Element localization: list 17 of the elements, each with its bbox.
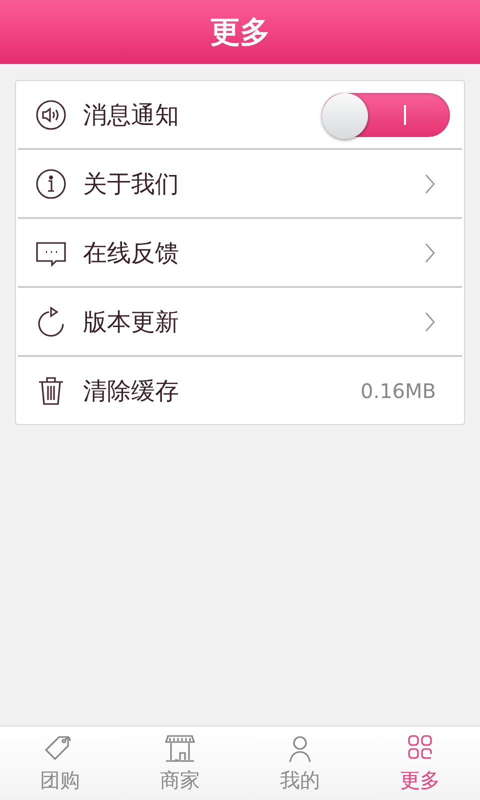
settings-label: 消息通知 <box>83 100 180 130</box>
settings-label: 在线反馈 <box>83 238 180 268</box>
settings-item[interactable]: 版本更新 <box>18 288 462 357</box>
page-title: 更多 <box>210 14 270 52</box>
info-icon <box>35 168 67 200</box>
settings-label: 关于我们 <box>83 168 180 200</box>
settings-label: 清除缓存 <box>83 376 180 406</box>
shop-icon <box>162 733 198 765</box>
settings-item[interactable]: 清除缓存 0.16MB <box>18 357 462 424</box>
settings-item[interactable]: 关于我们 <box>18 150 462 219</box>
refresh-icon <box>35 306 67 338</box>
notification-toggle[interactable] <box>322 92 450 136</box>
settings-item[interactable]: 消息通知 <box>18 81 462 150</box>
settings-label: 版本更新 <box>83 306 180 338</box>
speaker-icon <box>35 98 67 130</box>
cache-size: 0.16MB <box>360 378 436 402</box>
settings-item[interactable]: 在线反馈 <box>18 219 462 288</box>
